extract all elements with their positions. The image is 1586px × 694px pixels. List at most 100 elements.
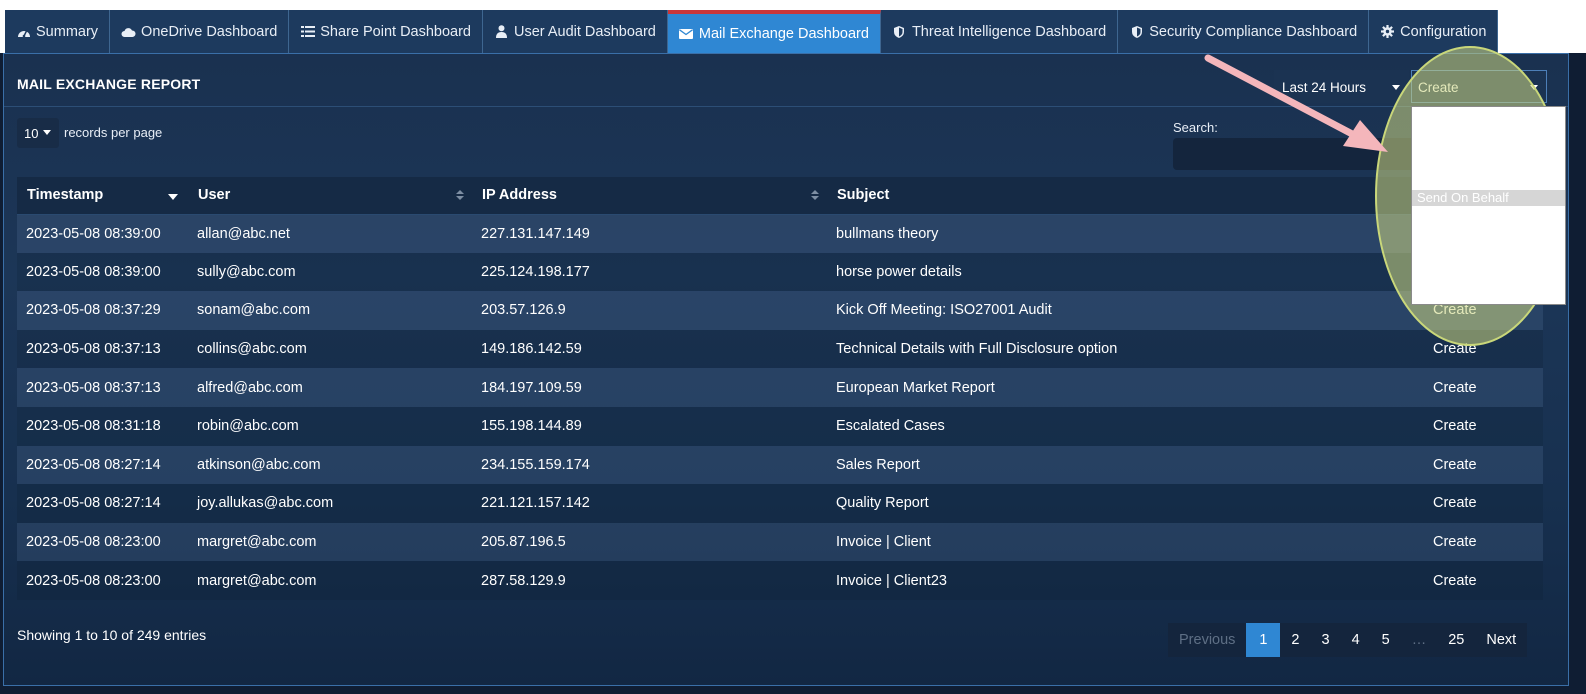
dropdown-option[interactable]: Create: [1412, 108, 1565, 124]
cell-subject: Sales Report: [827, 445, 1433, 485]
sort-icon: [456, 190, 464, 202]
panel-header: MAIL EXCHANGE REPORT Last 24 Hours Creat…: [4, 54, 1568, 107]
cell-subject: bullmans theory: [827, 214, 1433, 253]
user-icon: [494, 25, 509, 39]
report-table: Timestamp User IP Address Subject 2023-0…: [17, 177, 1543, 600]
cell-subject: Quality Report: [827, 484, 1433, 523]
page-button-5[interactable]: 5: [1371, 623, 1401, 657]
cell-user: robin@abc.com: [188, 406, 472, 446]
dropdown-option[interactable]: Send On Behalf: [1412, 189, 1565, 207]
cell-user: sully@abc.com: [188, 252, 472, 292]
cell-ip: 203.57.126.9: [472, 291, 827, 330]
cell-ip: 155.198.144.89: [472, 406, 827, 446]
tab-summary[interactable]: Summary: [5, 10, 111, 53]
chevron-down-icon: [1392, 85, 1400, 90]
sort-icon: [811, 190, 819, 202]
dropdown-option[interactable]: SendAs: [1412, 141, 1565, 157]
page-length-value: 10: [24, 126, 39, 141]
dropdown-option[interactable]: Soft Delete: [1412, 239, 1565, 255]
cell-ip: 234.155.159.174: [472, 445, 827, 485]
tab-user-audit[interactable]: User Audit Dashboard: [483, 10, 668, 53]
page-length-select[interactable]: 10: [17, 118, 59, 148]
shield-icon: [1129, 25, 1144, 39]
table-info: Showing 1 to 10 of 249 entries: [17, 627, 207, 643]
cell-operation: Create: [1433, 484, 1543, 523]
tab-label: Security Compliance Dashboard: [1149, 23, 1358, 40]
cell-user: atkinson@abc.com: [188, 445, 472, 485]
next-button[interactable]: Next: [1475, 623, 1527, 657]
tab-sharepoint[interactable]: Share Point Dashboard: [289, 10, 484, 53]
cell-timestamp: 2023-05-08 08:37:13: [17, 368, 188, 407]
cell-ip: 205.87.196.5: [472, 522, 827, 562]
tab-label: Configuration: [1400, 23, 1487, 40]
cell-timestamp: 2023-05-08 08:37:13: [17, 329, 188, 369]
dropdown-option[interactable]: All: [1412, 288, 1565, 304]
page-button-2[interactable]: 2: [1280, 623, 1310, 657]
col-user[interactable]: User: [188, 177, 472, 215]
cell-timestamp: 2023-05-08 08:39:00: [17, 214, 188, 253]
column-header-label: Timestamp: [27, 187, 104, 204]
table-row[interactable]: 2023-05-08 08:39:00 sully@abc.com 225.124.…: [17, 252, 1543, 292]
cell-ip: 227.131.147.149: [472, 214, 827, 253]
table-row[interactable]: 2023-05-08 08:27:14 atkinson@abc.com 234.1…: [17, 445, 1543, 485]
table-row[interactable]: 2023-05-08 08:23:00 margret@abc.com 205.87…: [17, 522, 1543, 562]
list-icon: [300, 25, 315, 39]
cell-user: collins@abc.com: [188, 329, 472, 369]
col-ip[interactable]: IP Address: [472, 177, 827, 215]
dropdown-option[interactable]: Hard Delete: [1412, 223, 1565, 239]
cell-operation: Create: [1433, 522, 1543, 562]
period-select[interactable]: Last 24 Hours: [1274, 70, 1409, 103]
cell-subject: Invoice | Client: [827, 522, 1433, 562]
cell-operation: Create: [1433, 368, 1543, 407]
envelope-icon: [679, 27, 694, 41]
cell-subject: Escalated Cases: [827, 406, 1433, 446]
table-row[interactable]: 2023-05-08 08:27:14 joy.allukas@abc.com 22…: [17, 484, 1543, 523]
page-button-1[interactable]: 1: [1246, 623, 1281, 657]
report-panel: MAIL EXCHANGE REPORT Last 24 Hours Creat…: [3, 53, 1569, 686]
dropdown-option[interactable]: Mail Items Accessed: [1412, 174, 1565, 190]
previous-button[interactable]: Previous: [1168, 623, 1246, 657]
dropdown-option[interactable]: Send: [1412, 124, 1565, 140]
dropdown-option[interactable]: Add Recipient Permission: [1412, 256, 1565, 272]
col-timestamp[interactable]: Timestamp: [17, 177, 188, 215]
gear-icon: [1380, 25, 1395, 39]
operation-select-value: Create: [1418, 80, 1459, 95]
tab-configuration[interactable]: Configuration: [1369, 10, 1499, 53]
cell-timestamp: 2023-05-08 08:23:00: [17, 522, 188, 562]
tab-onedrive[interactable]: OneDrive Dashboard: [110, 10, 290, 53]
table-row[interactable]: 2023-05-08 08:31:18 robin@abc.com 155.198.…: [17, 406, 1543, 446]
column-header-label: IP Address: [482, 187, 557, 204]
page-button-25[interactable]: 25: [1437, 623, 1475, 657]
search-label: Search:: [1173, 120, 1218, 135]
cell-timestamp: 2023-05-08 08:27:14: [17, 484, 188, 523]
tab-label: OneDrive Dashboard: [141, 23, 278, 40]
column-header-label: User: [198, 187, 231, 204]
column-header-label: Subject: [837, 187, 890, 204]
col-subject[interactable]: Subject: [827, 177, 1433, 215]
table-row[interactable]: 2023-05-08 08:23:00 margret@abc.com 287.58…: [17, 561, 1543, 600]
dashboard-icon: [16, 25, 31, 39]
table-row[interactable]: 2023-05-08 08:37:13 alfred@abc.com 184.197…: [17, 368, 1543, 407]
table-row[interactable]: 2023-05-08 08:37:13 collins@abc.com 149.18…: [17, 329, 1543, 369]
cell-subject: European Market Report: [827, 368, 1433, 407]
tab-label: Summary: [36, 23, 99, 40]
cell-subject: Technical Details with Full Disclosure o…: [827, 329, 1433, 369]
chevron-down-icon: [43, 130, 51, 135]
dropdown-option[interactable]: Update: [1412, 157, 1565, 173]
tab-security-compliance[interactable]: Security Compliance Dashboard: [1118, 10, 1370, 53]
table-row[interactable]: 2023-05-08 08:39:00 allan@abc.net 227.131.…: [17, 214, 1543, 253]
shield-icon: [892, 25, 907, 39]
page-button-4[interactable]: 4: [1341, 623, 1371, 657]
dropdown-option[interactable]: Set User: [1412, 272, 1565, 288]
page-button-3[interactable]: 3: [1311, 623, 1341, 657]
tab-mail-exchange[interactable]: Mail Exchange Dashboard: [667, 10, 881, 53]
page-title: MAIL EXCHANGE REPORT: [17, 76, 201, 92]
chevron-down-icon: [1530, 85, 1538, 90]
dropdown-option[interactable]: Mailbox Login: [1412, 206, 1565, 222]
tab-threat-intelligence[interactable]: Threat Intelligence Dashboard: [880, 10, 1119, 53]
table-row[interactable]: 2023-05-08 08:37:29 sonam@abc.com 203.57.1…: [17, 291, 1543, 330]
cell-timestamp: 2023-05-08 08:23:00: [17, 561, 188, 600]
operation-select[interactable]: Create: [1411, 70, 1547, 103]
cell-user: margret@abc.com: [188, 522, 472, 562]
period-select-value: Last 24 Hours: [1282, 80, 1367, 95]
